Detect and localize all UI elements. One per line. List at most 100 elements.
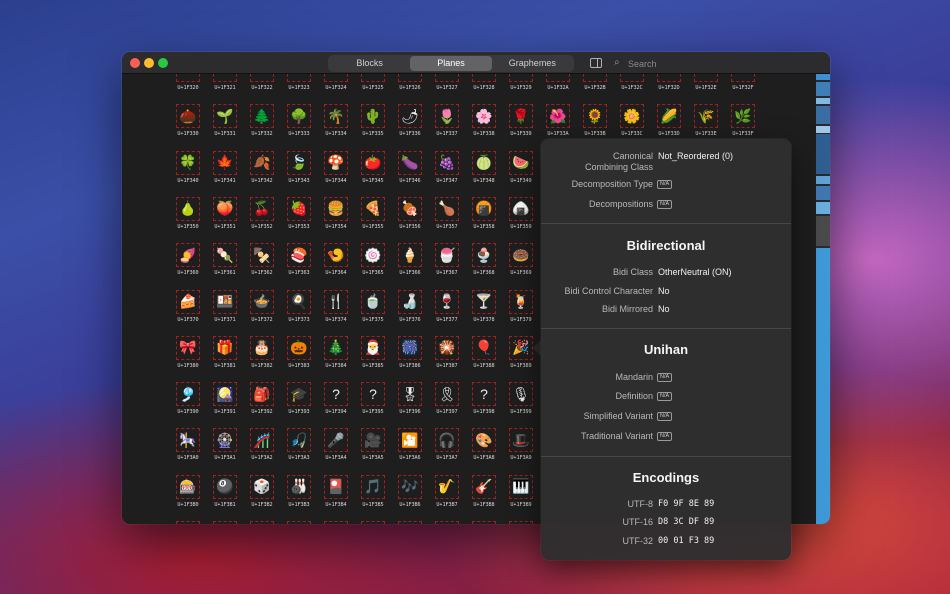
character-cell[interactable]: 🎶 U+1F3B6: [392, 474, 428, 519]
character-cell[interactable]: U+1F32E: [688, 74, 724, 102]
character-cell[interactable]: 🍢 U+1F362: [244, 243, 280, 287]
character-cell[interactable]: U+1F321: [207, 74, 243, 102]
character-cell[interactable]: 🌳 U+1F333: [281, 104, 317, 148]
character-cell[interactable]: 🎀: [355, 521, 391, 524]
character-cell[interactable]: 🍤 U+1F364: [318, 243, 354, 287]
character-cell[interactable]: 🍷 U+1F377: [429, 289, 465, 334]
character-cell[interactable]: 🍵 U+1F375: [355, 289, 391, 334]
tab-blocks[interactable]: Blocks: [329, 56, 410, 71]
close-window-button[interactable]: [130, 58, 140, 68]
character-cell[interactable]: 🎈 U+1F388: [466, 335, 502, 380]
character-cell[interactable]: 🎠 U+1F3A0: [170, 428, 206, 472]
character-cell[interactable]: 🍳 U+1F373: [281, 289, 317, 334]
character-cell[interactable]: 🎧 U+1F3A7: [429, 428, 465, 472]
character-cell[interactable]: 🍒 U+1F352: [244, 196, 280, 241]
character-cell[interactable]: U+1F32D: [651, 74, 687, 102]
character-cell[interactable]: 🎀: [466, 521, 502, 524]
character-cell[interactable]: 🌴 U+1F334: [318, 104, 354, 148]
character-cell[interactable]: 🌹 U+1F339: [503, 104, 539, 148]
character-cell[interactable]: 🍰 U+1F370: [170, 289, 206, 334]
character-cell[interactable]: 🎨 U+1F3A8: [466, 428, 502, 472]
tab-planes[interactable]: Planes: [410, 56, 492, 71]
character-cell[interactable]: 🎱 U+1F3B1: [207, 474, 243, 519]
tab-graphemes[interactable]: Graphemes: [492, 56, 573, 71]
character-cell[interactable]: 🎗 U+1F397: [429, 382, 465, 426]
character-cell[interactable]: U+1F328: [466, 74, 502, 102]
character-cell[interactable]: 🎲 U+1F3B2: [244, 474, 280, 519]
character-cell[interactable]: 🌵 U+1F335: [355, 104, 391, 148]
character-cell[interactable]: 🎆 U+1F386: [392, 335, 428, 380]
character-cell[interactable]: U+1F323: [281, 74, 317, 102]
character-cell[interactable]: 🍓 U+1F353: [281, 196, 317, 241]
character-cell[interactable]: 🎀: [503, 521, 539, 524]
character-cell[interactable]: U+1F32F: [725, 74, 761, 102]
character-cell[interactable]: 🌷 U+1F337: [429, 104, 465, 148]
zoom-window-button[interactable]: [158, 58, 168, 68]
character-cell[interactable]: 🎇 U+1F387: [429, 335, 465, 380]
character-cell[interactable]: U+1F320: [170, 74, 206, 102]
scrollbar-minimap[interactable]: [816, 74, 830, 524]
character-cell[interactable]: 🍡 U+1F361: [207, 243, 243, 287]
minimize-window-button[interactable]: [144, 58, 154, 68]
character-cell[interactable]: 🍱 U+1F371: [207, 289, 243, 334]
character-cell[interactable]: 🎸 U+1F3B8: [466, 474, 502, 519]
character-cell[interactable]: 🎵 U+1F3B5: [355, 474, 391, 519]
character-cell[interactable]: 🍦 U+1F366: [392, 243, 428, 287]
character-cell[interactable]: 🎙 U+1F399: [503, 382, 539, 426]
sidebar-toggle-icon[interactable]: [590, 58, 602, 68]
character-cell[interactable]: 🍗 U+1F357: [429, 196, 465, 241]
character-cell[interactable]: 🍖 U+1F356: [392, 196, 428, 241]
character-cell[interactable]: U+1F324: [318, 74, 354, 102]
character-cell[interactable]: 🍠 U+1F360: [170, 243, 206, 287]
character-cell[interactable]: 🎴 U+1F3B4: [318, 474, 354, 519]
character-cell[interactable]: U+1F322: [244, 74, 280, 102]
character-cell[interactable]: 🎤 U+1F3A4: [318, 428, 354, 472]
character-cell[interactable]: ? U+1F398: [466, 382, 502, 426]
character-cell[interactable]: 🍣 U+1F363: [281, 243, 317, 287]
character-cell[interactable]: 🎀: [207, 521, 243, 524]
character-cell[interactable]: 🍂 U+1F342: [244, 150, 280, 195]
character-cell[interactable]: 🌰 U+1F330: [170, 104, 206, 148]
character-cell[interactable]: 🎀: [281, 521, 317, 524]
character-cell[interactable]: 🍐 U+1F350: [170, 196, 206, 241]
character-cell[interactable]: 🎃 U+1F383: [281, 335, 317, 380]
character-cell[interactable]: 🍕 U+1F355: [355, 196, 391, 241]
character-cell[interactable]: 🎁 U+1F381: [207, 335, 243, 380]
character-cell[interactable]: 🍸 U+1F378: [466, 289, 502, 334]
character-cell[interactable]: 🎓 U+1F393: [281, 382, 317, 426]
character-cell[interactable]: 🍹 U+1F379: [503, 289, 539, 334]
character-cell[interactable]: 🍶 U+1F376: [392, 289, 428, 334]
character-cell[interactable]: 🍧 U+1F367: [429, 243, 465, 287]
character-cell[interactable]: 🎅 U+1F385: [355, 335, 391, 380]
character-cell[interactable]: 🎩 U+1F3A9: [503, 428, 539, 472]
character-cell[interactable]: 🌶 U+1F336: [392, 104, 428, 148]
character-cell[interactable]: 🎖 U+1F396: [392, 382, 428, 426]
character-cell[interactable]: 🍨 U+1F368: [466, 243, 502, 287]
search-input[interactable]: [628, 56, 728, 71]
character-cell[interactable]: 🍥 U+1F365: [355, 243, 391, 287]
character-cell[interactable]: 🍙 U+1F359: [503, 196, 539, 241]
character-cell[interactable]: 🍑 U+1F351: [207, 196, 243, 241]
character-cell[interactable]: U+1F325: [355, 74, 391, 102]
character-cell[interactable]: 🍲 U+1F372: [244, 289, 280, 334]
character-cell[interactable]: 🍈 U+1F348: [466, 150, 502, 195]
character-cell[interactable]: 🍆 U+1F346: [392, 150, 428, 195]
character-cell[interactable]: U+1F326: [392, 74, 428, 102]
character-cell[interactable]: 🌲 U+1F332: [244, 104, 280, 148]
character-cell[interactable]: U+1F329: [503, 74, 539, 102]
character-cell[interactable]: U+1F32C: [614, 74, 650, 102]
character-cell[interactable]: 🎀: [318, 521, 354, 524]
character-cell[interactable]: 🎳 U+1F3B3: [281, 474, 317, 519]
character-cell[interactable]: 🎑 U+1F391: [207, 382, 243, 426]
character-cell[interactable]: 🍁 U+1F341: [207, 150, 243, 195]
character-cell[interactable]: 🎣 U+1F3A3: [281, 428, 317, 472]
character-cell[interactable]: 🍇 U+1F347: [429, 150, 465, 195]
character-cell[interactable]: 🍴 U+1F374: [318, 289, 354, 334]
character-cell[interactable]: 🍩 U+1F369: [503, 243, 539, 287]
character-cell[interactable]: 🌱 U+1F331: [207, 104, 243, 148]
character-cell[interactable]: 🍀 U+1F340: [170, 150, 206, 195]
character-cell[interactable]: 🍉 U+1F349: [503, 150, 539, 195]
character-cell[interactable]: 🎦 U+1F3A6: [392, 428, 428, 472]
character-cell[interactable]: 🎹 U+1F3B9: [503, 474, 539, 519]
character-cell[interactable]: 🎀: [429, 521, 465, 524]
